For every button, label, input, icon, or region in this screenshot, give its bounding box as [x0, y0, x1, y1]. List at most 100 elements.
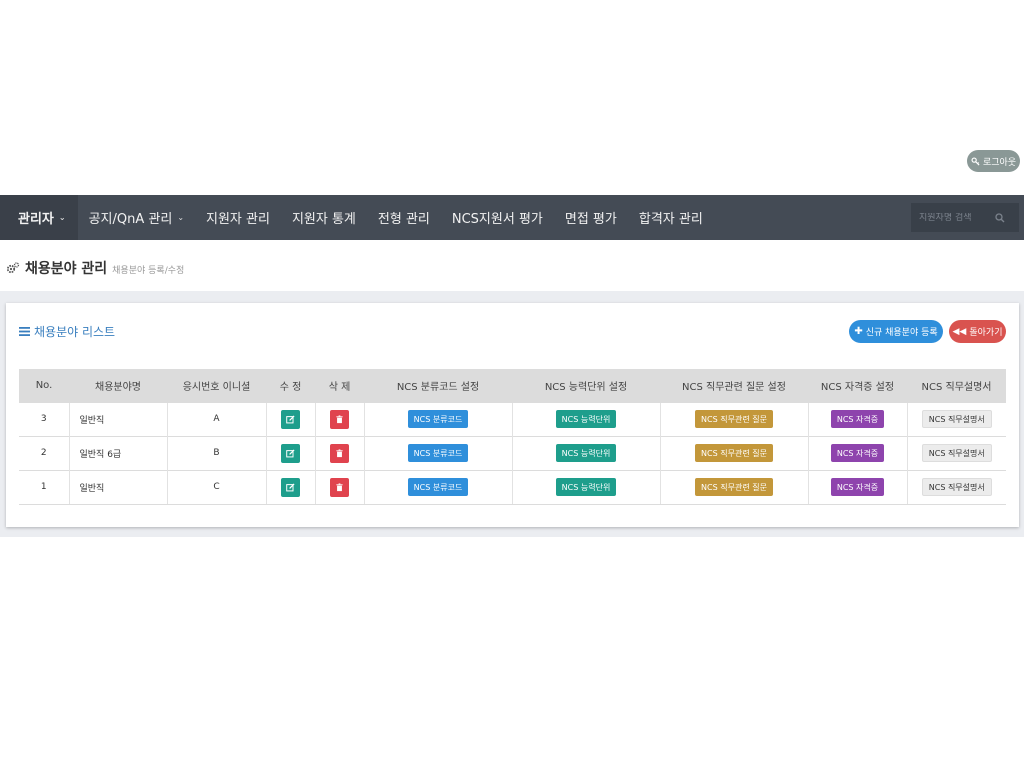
- ncs-certificate-button[interactable]: NCS 자격증: [830, 478, 885, 496]
- edit-button[interactable]: [281, 443, 300, 463]
- trash-icon: [336, 414, 343, 423]
- ncs-description-button[interactable]: NCS 직무설명서: [921, 444, 992, 462]
- nav-item-screening[interactable]: 전형 관리: [367, 195, 441, 240]
- delete-button[interactable]: [330, 409, 349, 429]
- nav-item-applicant-stats[interactable]: 지원자 통계: [281, 195, 367, 240]
- ncs-question-button[interactable]: NCS 직무관련 질문: [695, 478, 773, 496]
- add-recruitment-field-button[interactable]: ✚ 신규 채용분야 등록: [849, 320, 943, 343]
- logout-label: 로그아웃: [982, 157, 1017, 168]
- edit-cell: [265, 401, 315, 436]
- page-title: 채용분야 관리: [25, 261, 108, 277]
- column-header: NCS 직무관련 질문 설정: [660, 369, 808, 402]
- ncs-ability-button[interactable]: NCS 능력단위: [555, 444, 617, 462]
- classification-cell: NCS 분류코드: [363, 401, 512, 436]
- nav-label: 공지/QnA 관리: [88, 212, 173, 227]
- column-header: 응시번호 이니셜: [167, 369, 266, 402]
- certificate-cell: NCS 자격증: [807, 469, 907, 505]
- column-header: NCS 능력단위 설정: [512, 369, 660, 402]
- ability-cell: NCS 능력단위: [511, 401, 660, 436]
- edit-icon: [286, 414, 295, 423]
- row-number: 3: [19, 401, 69, 436]
- ncs-question-button[interactable]: NCS 직무관련 질문: [695, 444, 773, 462]
- classification-cell: NCS 분류코드: [363, 435, 512, 470]
- back-button[interactable]: ◀◀ 돌아가기: [949, 320, 1006, 343]
- question-cell: NCS 직무관련 질문: [659, 435, 808, 470]
- nav-label: 관리자: [18, 212, 54, 227]
- applicant-search-input[interactable]: [911, 212, 995, 223]
- list-icon: [19, 327, 30, 336]
- description-cell: NCS 직무설명서: [906, 469, 1006, 505]
- delete-button[interactable]: [330, 443, 349, 463]
- column-header: NCS 분류코드 설정: [364, 369, 512, 402]
- field-initial: C: [166, 469, 266, 505]
- delete-cell: [314, 469, 364, 505]
- logout-button[interactable]: 로그아웃: [967, 150, 1020, 172]
- edit-icon: [286, 448, 295, 457]
- nav-label: 전형 관리: [377, 212, 430, 227]
- ncs-classification-button[interactable]: NCS 분류코드: [407, 410, 469, 428]
- nav-item-ncs-evaluation[interactable]: NCS지원서 평가: [441, 195, 554, 240]
- trash-icon: [336, 448, 343, 457]
- nav-item-passed[interactable]: 합격자 관리: [628, 195, 714, 240]
- column-header: No.: [19, 369, 69, 402]
- chevron-down-icon: ⌄: [177, 213, 185, 222]
- ncs-question-button[interactable]: NCS 직무관련 질문: [695, 410, 773, 428]
- edit-button[interactable]: [281, 477, 300, 497]
- field-initial: A: [166, 401, 266, 436]
- delete-cell: [314, 401, 364, 436]
- edit-icon: [286, 482, 295, 491]
- nav-label: NCS지원서 평가: [451, 212, 543, 227]
- classification-cell: NCS 분류코드: [363, 469, 512, 505]
- panel-title: 채용분야 리스트: [19, 323, 115, 340]
- ncs-description-button[interactable]: NCS 직무설명서: [921, 478, 992, 496]
- column-header: NCS 직무설명서: [907, 369, 1006, 402]
- ncs-certificate-button[interactable]: NCS 자격증: [830, 410, 885, 428]
- nav-item-notice-qna[interactable]: 공지/QnA 관리 ⌄: [78, 195, 195, 240]
- nav-label: 합격자 관리: [638, 212, 703, 227]
- edit-button[interactable]: [281, 409, 300, 429]
- certificate-cell: NCS 자격증: [807, 401, 907, 436]
- field-name: 일반직: [68, 401, 167, 436]
- row-number: 2: [19, 435, 69, 470]
- ncs-certificate-button[interactable]: NCS 자격증: [830, 444, 885, 462]
- nav-label: 면접 평가: [564, 212, 617, 227]
- nav-label: 지원자 관리: [206, 212, 270, 227]
- column-header: 삭 제: [315, 369, 364, 402]
- page-subtitle: 채용분야 등록/수정: [112, 266, 185, 276]
- description-cell: NCS 직무설명서: [906, 435, 1006, 470]
- panel-title-text: 채용분야 리스트: [34, 325, 116, 339]
- new-button-label: 신규 채용분야 등록: [865, 328, 938, 338]
- ncs-ability-button[interactable]: NCS 능력단위: [555, 410, 617, 428]
- nav-item-applicants[interactable]: 지원자 관리: [195, 195, 281, 240]
- description-cell: NCS 직무설명서: [906, 401, 1006, 436]
- nav-item-admin[interactable]: 관리자 ⌄: [0, 195, 78, 240]
- field-initial: B: [166, 435, 266, 470]
- key-icon: [971, 156, 980, 166]
- nav-label: 지원자 통계: [291, 212, 356, 227]
- ncs-ability-button[interactable]: NCS 능력단위: [555, 478, 617, 496]
- search-icon[interactable]: [995, 212, 1005, 223]
- ncs-description-button[interactable]: NCS 직무설명서: [921, 410, 992, 428]
- edit-cell: [265, 435, 315, 470]
- top-navbar: 관리자 ⌄ 공지/QnA 관리 ⌄ 지원자 관리 지원자 통계 전형 관리 NC…: [0, 195, 1024, 240]
- table-row: 3 일반직 A NCS 분류코드 NCS 능력단위 NCS 직무관련 질문 NC…: [19, 401, 1006, 436]
- delete-button[interactable]: [330, 477, 349, 497]
- column-header: 채용분야명: [69, 369, 167, 402]
- back-button-label: 돌아가기: [969, 328, 1003, 338]
- edit-cell: [265, 469, 315, 505]
- plus-icon: ✚: [854, 326, 863, 337]
- ncs-classification-button[interactable]: NCS 분류코드: [407, 444, 469, 462]
- field-name: 일반직 6급: [68, 435, 167, 470]
- trash-icon: [336, 482, 343, 491]
- ncs-classification-button[interactable]: NCS 분류코드: [407, 478, 469, 496]
- page-header: 채용분야 관리 채용분야 등록/수정: [6, 258, 184, 278]
- question-cell: NCS 직무관련 질문: [659, 401, 808, 436]
- recruitment-field-panel: 채용분야 리스트 ✚ 신규 채용분야 등록 ◀◀ 돌아가기 No. 채용분야명 …: [6, 303, 1019, 527]
- field-name: 일반직: [68, 469, 167, 505]
- nav-item-interview[interactable]: 면접 평가: [554, 195, 628, 240]
- certificate-cell: NCS 자격증: [807, 435, 907, 470]
- applicant-search-box: [911, 203, 1019, 232]
- chevron-down-icon: ⌄: [58, 213, 66, 222]
- delete-cell: [314, 435, 364, 470]
- ability-cell: NCS 능력단위: [511, 435, 660, 470]
